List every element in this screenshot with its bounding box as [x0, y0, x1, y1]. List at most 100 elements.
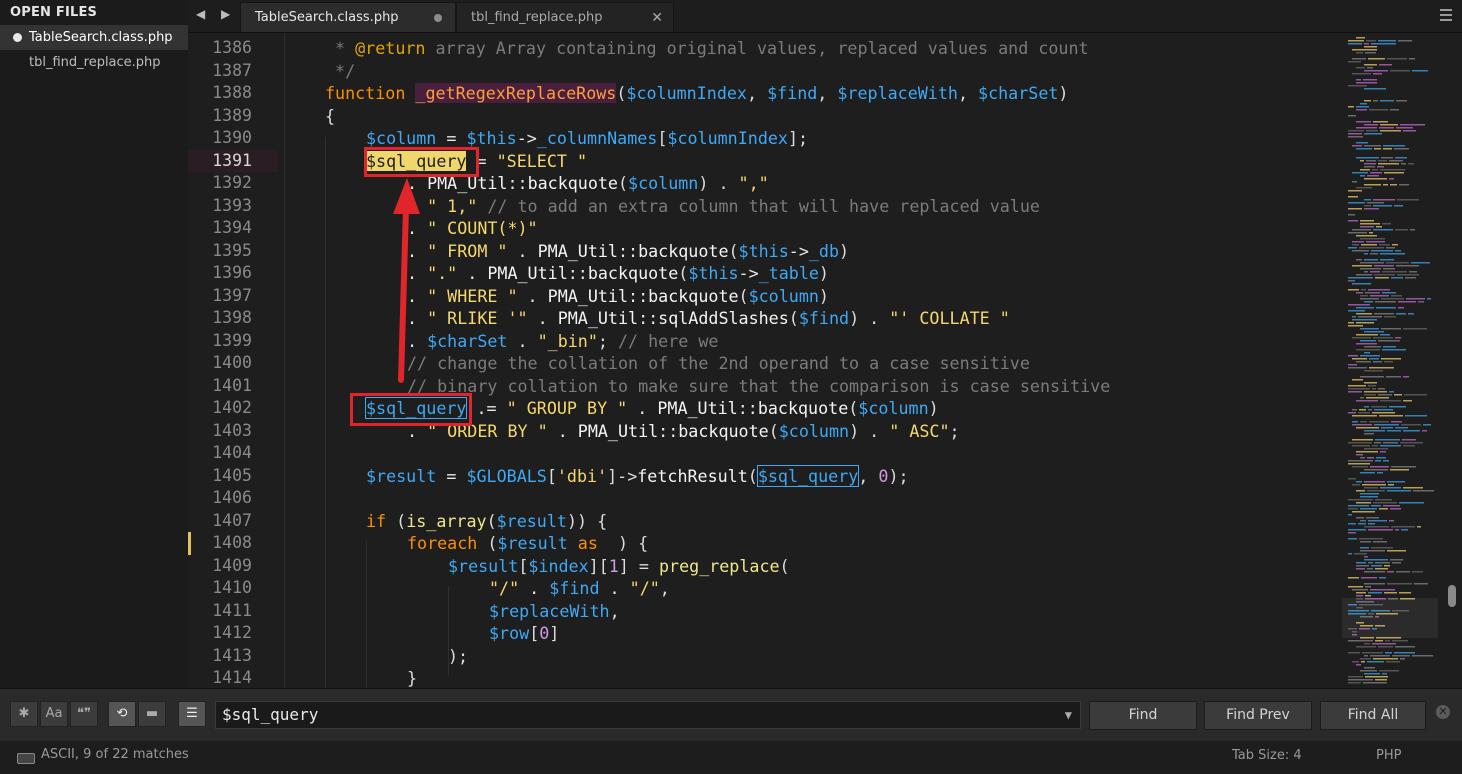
minimap[interactable]	[1342, 33, 1438, 688]
highlight-matches-toggle[interactable]: ☰	[178, 701, 206, 727]
minimap-line	[1368, 529, 1393, 531]
minimap-line	[1356, 646, 1376, 648]
minimap-line	[1373, 229, 1393, 231]
minimap-line	[1348, 508, 1358, 510]
minimap-line	[1352, 466, 1368, 468]
minimap-line	[1362, 652, 1383, 654]
minimap-line	[1368, 562, 1373, 564]
minimap-line	[1352, 58, 1366, 60]
minimap-line	[1360, 103, 1367, 105]
whole-word-toggle[interactable]: ❝❞	[70, 701, 98, 727]
minimap-line	[1370, 589, 1395, 591]
minimap-line	[1376, 226, 1382, 228]
minimap-line	[1372, 412, 1395, 414]
minimap-line	[1367, 568, 1373, 570]
minimap-line	[1356, 109, 1367, 111]
minimap-line	[1348, 682, 1361, 684]
minimap-line	[1356, 307, 1374, 309]
in-selection-toggle[interactable]: ▬	[138, 701, 166, 727]
minimap-line	[1375, 562, 1390, 564]
tab-tablesearch[interactable]: TableSearch.class.php	[240, 2, 456, 32]
minimap-line	[1375, 277, 1389, 279]
regex-toggle[interactable]: ✱	[10, 701, 38, 727]
minimap-line	[1348, 412, 1356, 414]
tab-label: tbl_find_replace.php	[471, 10, 603, 25]
minimap-line	[1352, 484, 1360, 486]
tab-tbl-find-replace[interactable]: tbl_find_replace.php ✕	[456, 2, 674, 32]
syntax-indicator[interactable]: PHP	[1376, 748, 1401, 763]
modified-dot-icon[interactable]	[434, 14, 442, 22]
minimap-line	[1364, 382, 1377, 384]
minimap-line	[1361, 577, 1377, 579]
wrap-toggle[interactable]: ⟲	[108, 701, 136, 727]
vertical-scrollbar[interactable]	[1448, 585, 1456, 607]
minimap-line	[1352, 661, 1359, 663]
minimap-line	[1348, 190, 1362, 192]
minimap-line	[1360, 520, 1366, 522]
find-input[interactable]: $sql_query ▼	[215, 701, 1081, 729]
code-line-1413: );	[448, 645, 469, 666]
minimap-line	[1368, 523, 1375, 525]
minimap-line	[1364, 133, 1382, 135]
minimap-line	[1370, 271, 1380, 273]
minimap-line	[1403, 430, 1420, 432]
tab-size-indicator[interactable]: Tab Size: 4	[1232, 748, 1302, 763]
minimap-line	[1383, 268, 1395, 270]
minimap-line	[1369, 232, 1373, 234]
minimap-line	[1352, 439, 1373, 441]
minimap-line	[1352, 181, 1357, 183]
code-line-1396: . "." . PMA_Util::backquote($this->_tabl…	[407, 263, 829, 283]
minimap-line	[1360, 226, 1374, 228]
find-query: $sql_query	[222, 705, 319, 724]
code-area[interactable]: * @return array Array containing origina…	[284, 33, 1364, 688]
minimap-line	[1365, 595, 1371, 597]
minimap-line	[1403, 445, 1415, 447]
minimap-line	[1372, 445, 1378, 447]
minimap-line	[1391, 421, 1402, 423]
chevron-down-icon[interactable]: ▼	[1065, 702, 1072, 728]
find-prev-button[interactable]: Find Prev	[1204, 701, 1312, 730]
minimap-line	[1348, 280, 1355, 282]
minimap-line	[1352, 145, 1362, 147]
find-all-button[interactable]: Find All	[1320, 701, 1426, 730]
minimap-line	[1352, 250, 1369, 252]
minimap-line	[1356, 79, 1361, 81]
minimap-line	[1363, 682, 1387, 684]
sidebar-file-tablesearch[interactable]: TableSearch.class.php	[0, 25, 188, 50]
code-line-1401: // binary collation to make sure that th…	[407, 375, 1111, 396]
code-line-1410: "/" . $find . "/",	[489, 578, 670, 598]
minimap-line	[1364, 487, 1378, 489]
code-line-1394: . " COUNT(*)"	[407, 218, 538, 238]
minimap-line	[1364, 583, 1385, 585]
minimap-line	[1352, 589, 1368, 591]
minimap-line	[1387, 550, 1406, 552]
minimap-line	[1380, 487, 1401, 489]
minimap-line	[1379, 127, 1394, 129]
minimap-line	[1386, 262, 1409, 264]
code-line-1409: $result[$index][1] = preg_replace(	[448, 555, 790, 576]
find-button[interactable]: Find	[1089, 701, 1197, 730]
sidebar-file-tbl-find-replace[interactable]: tbl_find_replace.php	[0, 50, 188, 75]
panel-toggle-icon[interactable]	[17, 753, 35, 764]
minimap-line	[1356, 37, 1365, 39]
minimap-line	[1417, 526, 1421, 528]
minimap-line	[1348, 505, 1369, 507]
editor[interactable]: 1386 1387 1388 1389 1390 1391 1392 1393 1394 1395…	[188, 33, 1462, 688]
close-icon[interactable]: ✕	[651, 3, 663, 33]
close-icon[interactable]: ✕	[1436, 705, 1450, 719]
minimap-line	[1374, 424, 1399, 426]
minimap-line	[1395, 157, 1407, 159]
case-toggle[interactable]: Aa	[40, 701, 68, 727]
minimap-viewport[interactable]	[1342, 598, 1438, 638]
minimap-line	[1348, 499, 1373, 501]
minimap-line	[1356, 259, 1362, 261]
minimap-line	[1360, 298, 1379, 300]
minimap-line	[1389, 391, 1394, 393]
minimap-line	[1412, 655, 1433, 657]
minimap-line	[1352, 415, 1377, 417]
minimap-line	[1370, 172, 1382, 174]
tab-nav-arrows-icon[interactable]: ◀ ▶	[196, 7, 236, 21]
minimap-line	[1356, 562, 1366, 564]
menu-icon[interactable]	[1440, 9, 1452, 24]
minimap-line	[1395, 250, 1401, 252]
